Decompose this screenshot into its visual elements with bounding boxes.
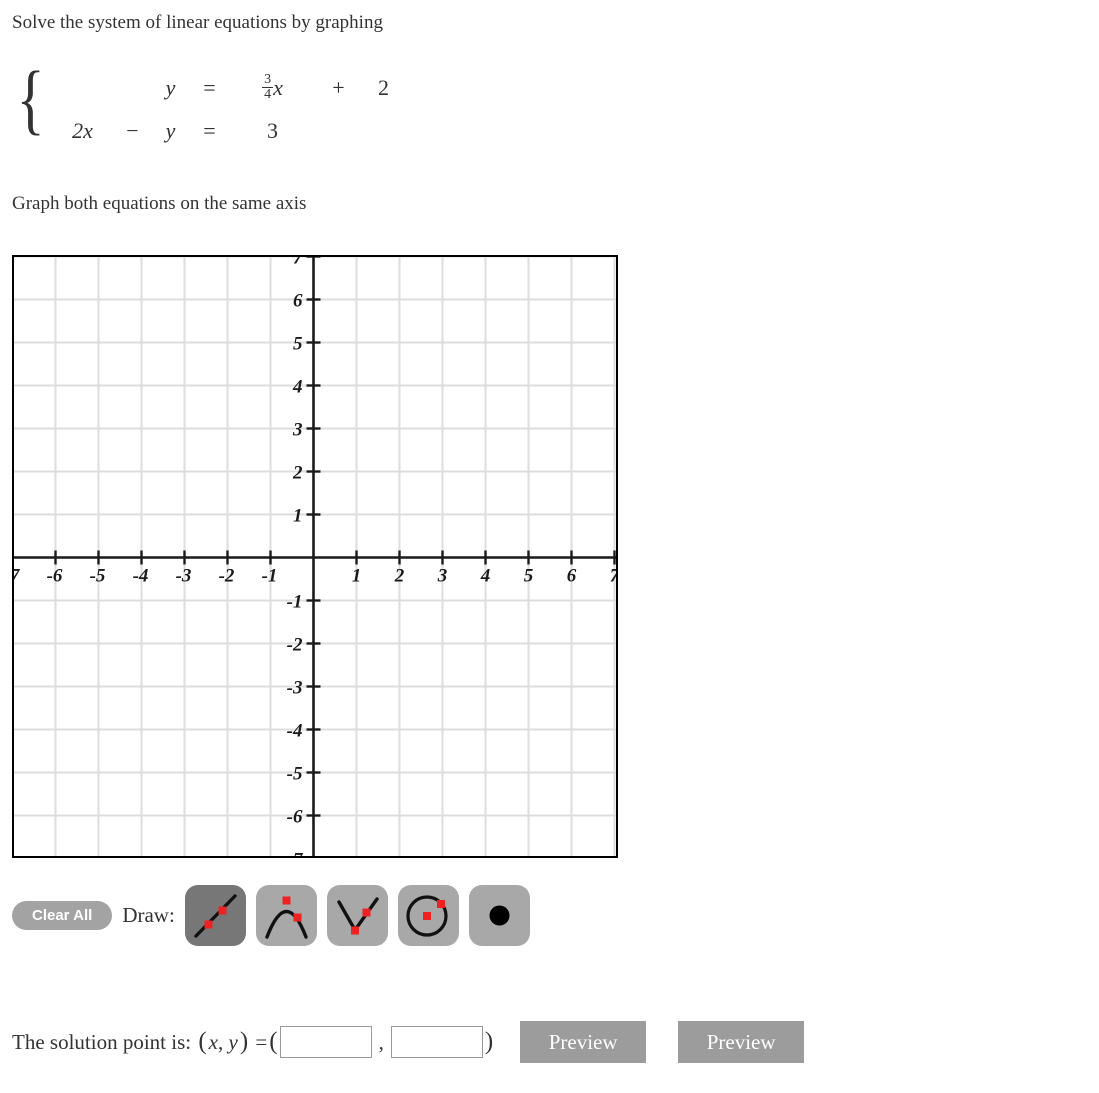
equations-grid: y = 3 4 x + 2 2x − y = 3 [51,66,405,152]
svg-text:2: 2 [292,463,303,484]
fraction-numerator: 3 [264,72,272,87]
solution-y-input[interactable] [390,1026,483,1058]
eq1-fraction-term: 3 4 x [262,73,283,102]
pair-inner-comma: , [218,1030,224,1054]
svg-text:-4: -4 [133,566,149,587]
pair-close-paren: ) [239,1028,249,1055]
eq1-equals: = [203,74,216,100]
svg-text:6: 6 [567,566,577,587]
svg-text:3: 3 [437,566,448,587]
eq2-constant: 3 [266,117,278,143]
point-tool-button[interactable] [468,884,530,946]
svg-text:3: 3 [292,420,303,441]
left-brace: { [16,55,45,142]
eq1-operator: + [332,74,345,100]
vee-icon [337,896,379,934]
answer-row: The solution point is: (x, y) = ( , ) Pr… [12,1018,805,1066]
svg-text:-5: -5 [90,566,106,587]
drawing-toolbar: Clear All Draw: [12,884,540,946]
svg-text:-3: -3 [176,566,192,587]
svg-text:-6: -6 [47,566,63,587]
svg-text:-5: -5 [287,764,303,785]
fraction-three-fourths: 3 4 [262,72,274,102]
eq1-variable: y [165,74,176,100]
svg-text:-7: -7 [14,566,21,587]
svg-text:5: 5 [293,334,303,355]
graph-instruction: Graph both equations on the same axis [12,193,307,214]
svg-text:-3: -3 [287,678,303,699]
answer-separator: , [378,1029,384,1054]
answer-prefix: The solution point is: [12,1030,192,1054]
parabola-icon [265,896,308,939]
line-icon [194,893,237,938]
preview-button-2[interactable]: Preview [678,1021,805,1063]
circle-icon [406,894,448,937]
axes [14,257,616,856]
preview-button-1[interactable]: Preview [520,1021,647,1063]
svg-text:-2: -2 [287,635,303,656]
svg-text:-1: -1 [287,592,303,613]
answer-close-paren: ) [484,1028,494,1055]
answer-open-paren: ( [269,1028,278,1055]
eq2-lhs-coefficient: 2x [72,117,93,143]
svg-text:-2: -2 [219,566,235,587]
svg-text:7: 7 [293,257,304,269]
absolute-value-tool-button[interactable] [326,884,388,946]
svg-text:-1: -1 [262,566,278,587]
page-title: Solve the system of linear equations by … [12,12,383,33]
pair-x-symbol: x [208,1030,218,1054]
svg-text:2: 2 [394,566,405,587]
clear-all-button[interactable]: Clear All [12,900,113,930]
svg-text:5: 5 [524,566,534,587]
parabola-tool-button[interactable] [255,884,317,946]
svg-text:-7: -7 [287,850,304,857]
eq2-variable: y [165,117,176,143]
pair-y-symbol: y [228,1030,238,1054]
answer-equals: = [255,1030,268,1054]
pair-open-paren: ( [198,1028,207,1055]
coordinate-grid-canvas[interactable]: -7 -6 -5 -4 -3 -2 -1 1 2 3 4 5 6 7 7 6 5 4 3 2 1 -1 -2 -3 -4 -5 -6… [12,255,618,858]
svg-text:7: 7 [610,566,616,587]
solution-x-input[interactable] [279,1026,372,1058]
svg-text:1: 1 [293,506,303,527]
svg-text:4: 4 [292,377,303,398]
circle-tool-button[interactable] [397,884,459,946]
fraction-denominator: 4 [262,87,274,102]
svg-text:6: 6 [293,291,303,312]
dot-icon [489,905,510,925]
svg-text:1: 1 [352,566,362,587]
line-tool-button[interactable] [184,884,246,946]
system-of-equations: { y = 3 4 x + 2 2x − y = 3 [12,60,405,152]
answer-prompt-text: The solution point is: (x, y) = [12,1028,267,1056]
draw-label: Draw: [122,902,175,927]
eq1-constant: 2 [377,74,389,100]
eq2-lhs-operator: − [126,117,139,143]
svg-text:-6: -6 [287,807,303,828]
svg-text:4: 4 [480,566,491,587]
svg-text:-4: -4 [287,721,303,742]
eq1-frac-variable: x [273,74,283,100]
eq2-equals: = [203,117,216,143]
